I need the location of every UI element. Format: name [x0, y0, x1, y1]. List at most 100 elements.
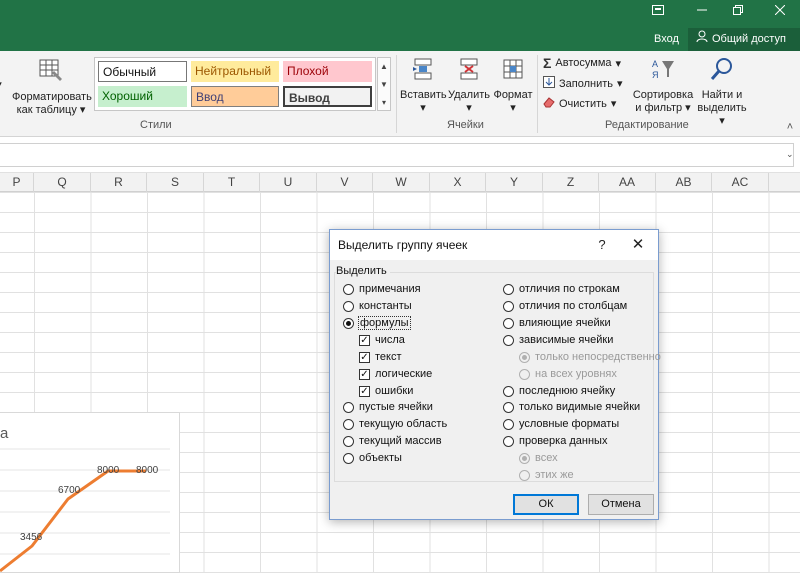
radio-icon[interactable]	[343, 418, 354, 430]
radio-icon[interactable]	[343, 435, 354, 447]
checkbox-checked-icon[interactable]: ✓	[359, 385, 370, 397]
column-header[interactable]: Y	[486, 173, 543, 192]
option-blanks[interactable]: пустые ячейки	[343, 401, 433, 413]
option-current-region[interactable]: текущую область	[343, 418, 447, 430]
style-input[interactable]: Ввод	[191, 86, 279, 107]
radio-icon[interactable]	[503, 317, 514, 329]
close-window-icon[interactable]	[770, 4, 790, 20]
conditional-format-dropdown[interactable]: ▾	[0, 79, 4, 92]
radio-icon[interactable]	[503, 334, 514, 346]
radio-icon[interactable]	[503, 401, 514, 413]
option-objects[interactable]: объекты	[343, 452, 402, 464]
option-visible-cells-only[interactable]: только видимые ячейки	[503, 401, 640, 413]
radio-icon[interactable]	[343, 283, 354, 295]
radio-icon[interactable]	[503, 300, 514, 312]
option-last-cell[interactable]: последнюю ячейку	[503, 385, 615, 397]
radio-disabled-icon[interactable]	[519, 452, 530, 464]
option-row-differences[interactable]: отличия по строкам	[503, 283, 620, 295]
check-logicals[interactable]: ✓ логические	[359, 368, 432, 380]
find-select-button[interactable]: Найти и выделить ▾	[694, 57, 750, 128]
format-cells-icon	[492, 57, 534, 85]
style-output[interactable]: Вывод	[283, 86, 372, 107]
radio-icon[interactable]	[343, 300, 354, 312]
column-header[interactable]: U	[260, 173, 317, 192]
radio-icon[interactable]	[343, 452, 354, 464]
styles-gallery-scroll[interactable]: ▲ ▼ ▾	[377, 57, 391, 111]
style-neutral[interactable]: Нейтральный	[191, 61, 279, 82]
radio-icon[interactable]	[503, 418, 514, 430]
check-numbers[interactable]: ✓ числа	[359, 334, 405, 346]
check-text[interactable]: ✓ текст	[359, 351, 402, 363]
checkbox-checked-icon[interactable]: ✓	[359, 368, 370, 380]
cancel-button[interactable]: Отмена	[588, 494, 654, 515]
option-validation-same[interactable]: этих же	[519, 469, 574, 481]
more-styles-icon[interactable]: ▾	[378, 94, 390, 112]
insert-cells-button[interactable]: Вставить ▾	[400, 57, 447, 115]
column-header[interactable]: V	[317, 173, 373, 192]
option-constants[interactable]: константы	[343, 300, 412, 312]
option-direct-only[interactable]: только непосредственно	[519, 351, 661, 363]
expand-formula-icon[interactable]: ⌄	[786, 149, 794, 160]
option-all-levels[interactable]: на всех уровнях	[519, 368, 617, 380]
style-good[interactable]: Хороший	[98, 86, 187, 107]
sign-in-link[interactable]: Вход	[654, 33, 679, 45]
option-validation-all[interactable]: всех	[519, 452, 558, 464]
radio-selected-icon[interactable]	[343, 317, 354, 329]
autosum-button[interactable]: Σ Автосумма ▾	[543, 55, 621, 71]
style-normal[interactable]: Обычный	[98, 61, 187, 82]
format-cells-button[interactable]: Формат ▾	[492, 57, 534, 115]
minimize-icon[interactable]	[692, 4, 712, 20]
column-header-partial[interactable]	[769, 173, 800, 192]
style-bad[interactable]: Плохой	[283, 61, 372, 82]
delete-label: Удалить	[448, 89, 490, 101]
column-header[interactable]: AA	[599, 173, 656, 192]
radio-icon[interactable]	[343, 401, 354, 413]
column-header[interactable]: P	[0, 173, 34, 192]
column-header[interactable]: R	[91, 173, 147, 192]
formula-input[interactable]	[0, 143, 794, 167]
ribbon-display-icon[interactable]	[648, 4, 668, 20]
option-data-validation[interactable]: проверка данных	[503, 435, 607, 447]
close-icon[interactable]: ✕	[626, 230, 650, 260]
radio-disabled-icon[interactable]	[519, 469, 530, 481]
column-header[interactable]: AC	[712, 173, 769, 192]
option-dependents[interactable]: зависимые ячейки	[503, 334, 613, 346]
help-icon[interactable]: ?	[594, 230, 610, 260]
radio-icon[interactable]	[503, 435, 514, 447]
option-formulas[interactable]: формулы	[343, 316, 411, 330]
collapse-ribbon-icon[interactable]: ˄	[784, 121, 796, 134]
column-header[interactable]: Z	[543, 173, 599, 192]
option-notes[interactable]: примечания	[343, 283, 421, 295]
column-header[interactable]: S	[147, 173, 204, 192]
embedded-chart[interactable]: а 3456 6700 8000 8000	[0, 412, 180, 573]
radio-disabled-icon[interactable]	[519, 368, 530, 380]
scroll-down-icon[interactable]: ▼	[378, 76, 390, 94]
sort-filter-button[interactable]: AЯ Сортировка и фильтр ▾	[632, 57, 694, 115]
checkbox-checked-icon[interactable]: ✓	[359, 334, 370, 346]
column-header[interactable]: X	[430, 173, 486, 192]
check-errors[interactable]: ✓ ошибки	[359, 385, 413, 397]
delete-cells-button[interactable]: Удалить ▾	[446, 57, 492, 115]
share-button[interactable]: Общий доступ	[688, 28, 800, 51]
option-precedents[interactable]: влияющие ячейки	[503, 317, 611, 329]
radio-icon[interactable]	[503, 385, 514, 397]
format-as-table-button[interactable]: Форматировать как таблицу ▾	[12, 57, 92, 117]
fill-button[interactable]: Заполнить ▾	[543, 76, 623, 91]
scroll-up-icon[interactable]: ▲	[378, 58, 390, 76]
column-header[interactable]: AB	[656, 173, 712, 192]
column-header[interactable]: Q	[34, 173, 91, 192]
radio-icon[interactable]	[503, 283, 514, 295]
radio-disabled-icon[interactable]	[519, 351, 530, 363]
option-column-differences[interactable]: отличия по столбцам	[503, 300, 627, 312]
option-current-array[interactable]: текущий массив	[343, 435, 442, 447]
column-header[interactable]: T	[204, 173, 260, 192]
ok-button[interactable]: ОК	[513, 494, 579, 515]
restore-icon[interactable]	[728, 4, 748, 20]
option-conditional-formats[interactable]: условные форматы	[503, 418, 619, 430]
column-header[interactable]: W	[373, 173, 430, 192]
clear-button[interactable]: Очистить ▾	[543, 96, 616, 111]
checkbox-checked-icon[interactable]: ✓	[359, 351, 370, 363]
option-label: проверка данных	[519, 435, 608, 447]
option-label: отличия по столбцам	[519, 300, 628, 312]
cells-group-label: Ячейки	[447, 119, 484, 131]
